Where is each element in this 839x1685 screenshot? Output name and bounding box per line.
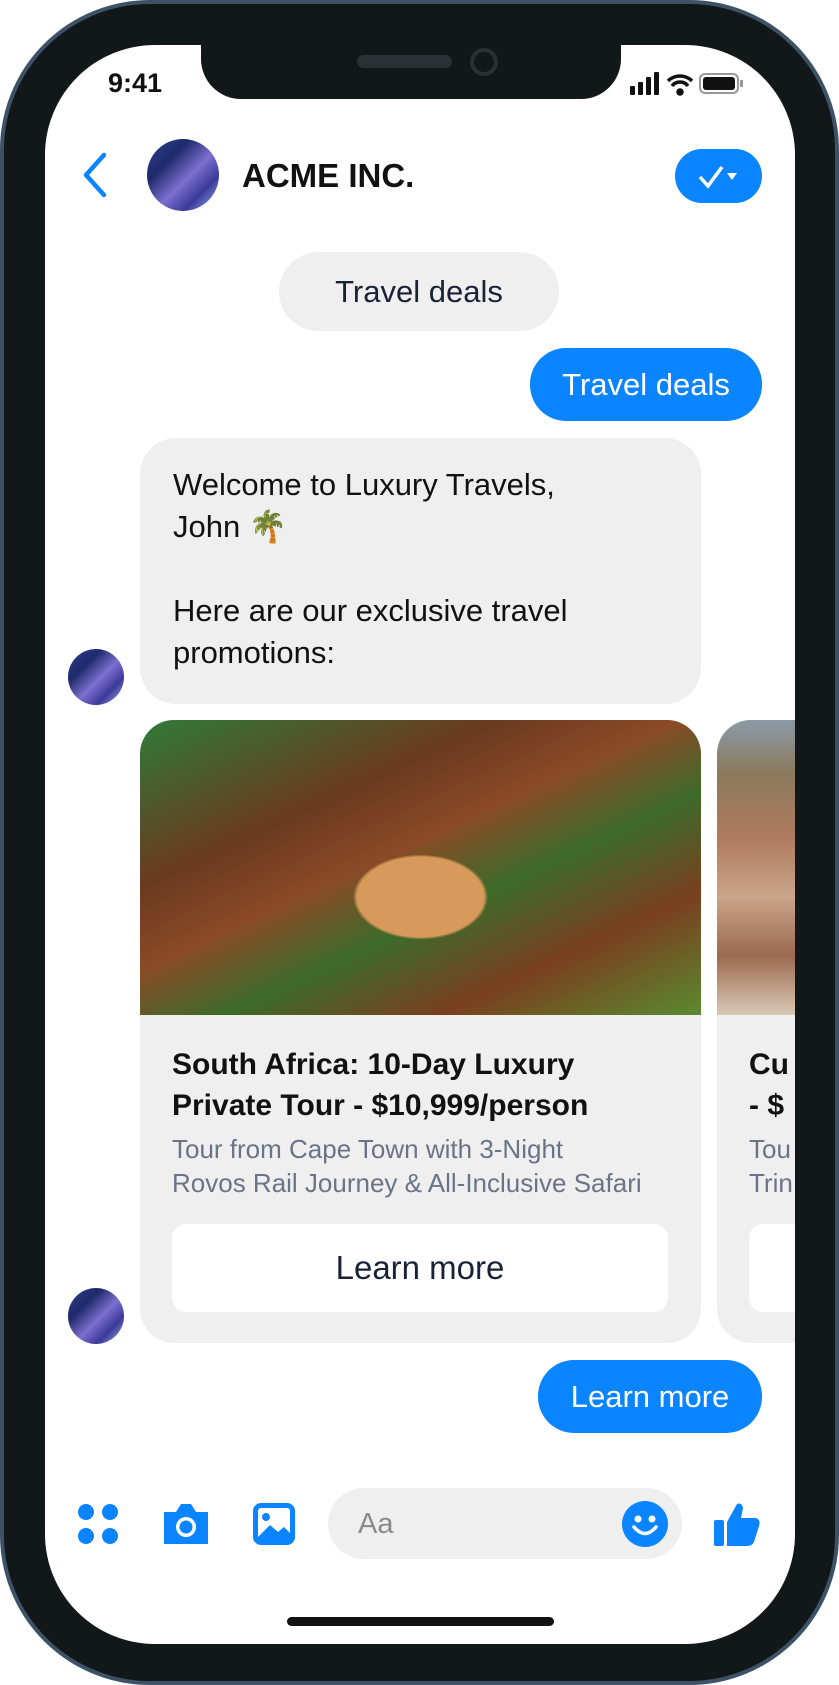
avatar[interactable]	[147, 139, 219, 211]
learn-more-button[interactable]: Learn more	[172, 1224, 668, 1312]
apps-icon[interactable]	[76, 1502, 120, 1546]
caret-down-icon	[727, 173, 737, 180]
card-image-lion	[140, 720, 701, 1015]
check-icon	[698, 165, 737, 189]
message-input-placeholder: Aa	[358, 1508, 394, 1540]
message-line: Welcome to Luxury Travels,	[173, 467, 555, 502]
user-message: Travel deals	[530, 348, 762, 421]
message-line: promotions:	[173, 635, 335, 670]
bot-message: Welcome to Luxury Travels, John 🌴 Here a…	[140, 438, 701, 704]
card-image-city	[717, 720, 795, 1015]
bot-avatar	[68, 649, 124, 705]
status-dropdown-button[interactable]	[675, 149, 762, 203]
home-indicator	[287, 1617, 554, 1626]
carousel-card: South Africa: 10-Day Luxury Private Tour…	[140, 720, 701, 1343]
card-description: Rovos Rail Journey & All-Inclusive Safar…	[172, 1168, 642, 1198]
user-message: Learn more	[538, 1360, 762, 1433]
speaker	[357, 55, 452, 68]
camera	[470, 48, 498, 76]
signal-icon	[630, 72, 659, 95]
like-icon[interactable]	[712, 1500, 762, 1548]
battery-icon	[699, 73, 743, 94]
camera-icon[interactable]	[160, 1500, 212, 1546]
message-line: John 🌴	[173, 509, 288, 544]
page-title: ACME INC.	[242, 157, 415, 194]
status-icons	[630, 72, 743, 96]
message-input[interactable]: Aa	[328, 1488, 682, 1559]
image-icon[interactable]	[251, 1501, 297, 1547]
wifi-icon	[666, 74, 694, 96]
quick-reply-chip[interactable]: Travel deals	[279, 252, 559, 331]
card-title: - $	[749, 1089, 785, 1122]
status-time: 9:41	[108, 68, 163, 98]
message-line: Here are our exclusive travel	[173, 593, 568, 628]
card-description: Tou	[749, 1134, 791, 1164]
carousel-card[interactable]: Cu - $ Tou Trin	[717, 720, 795, 1343]
card-description: Tour from Cape Town with 3-Night	[172, 1134, 564, 1164]
card-description: Trin	[749, 1168, 793, 1198]
learn-more-button[interactable]	[749, 1224, 795, 1312]
card-title: Cu	[749, 1048, 789, 1081]
card-title: South Africa: 10-Day Luxury	[172, 1048, 575, 1081]
bot-avatar	[68, 1288, 124, 1344]
notch	[201, 38, 621, 99]
back-icon[interactable]	[80, 152, 110, 198]
card-title: Private Tour - $10,999/person	[172, 1089, 589, 1122]
emoji-icon[interactable]	[621, 1500, 669, 1548]
